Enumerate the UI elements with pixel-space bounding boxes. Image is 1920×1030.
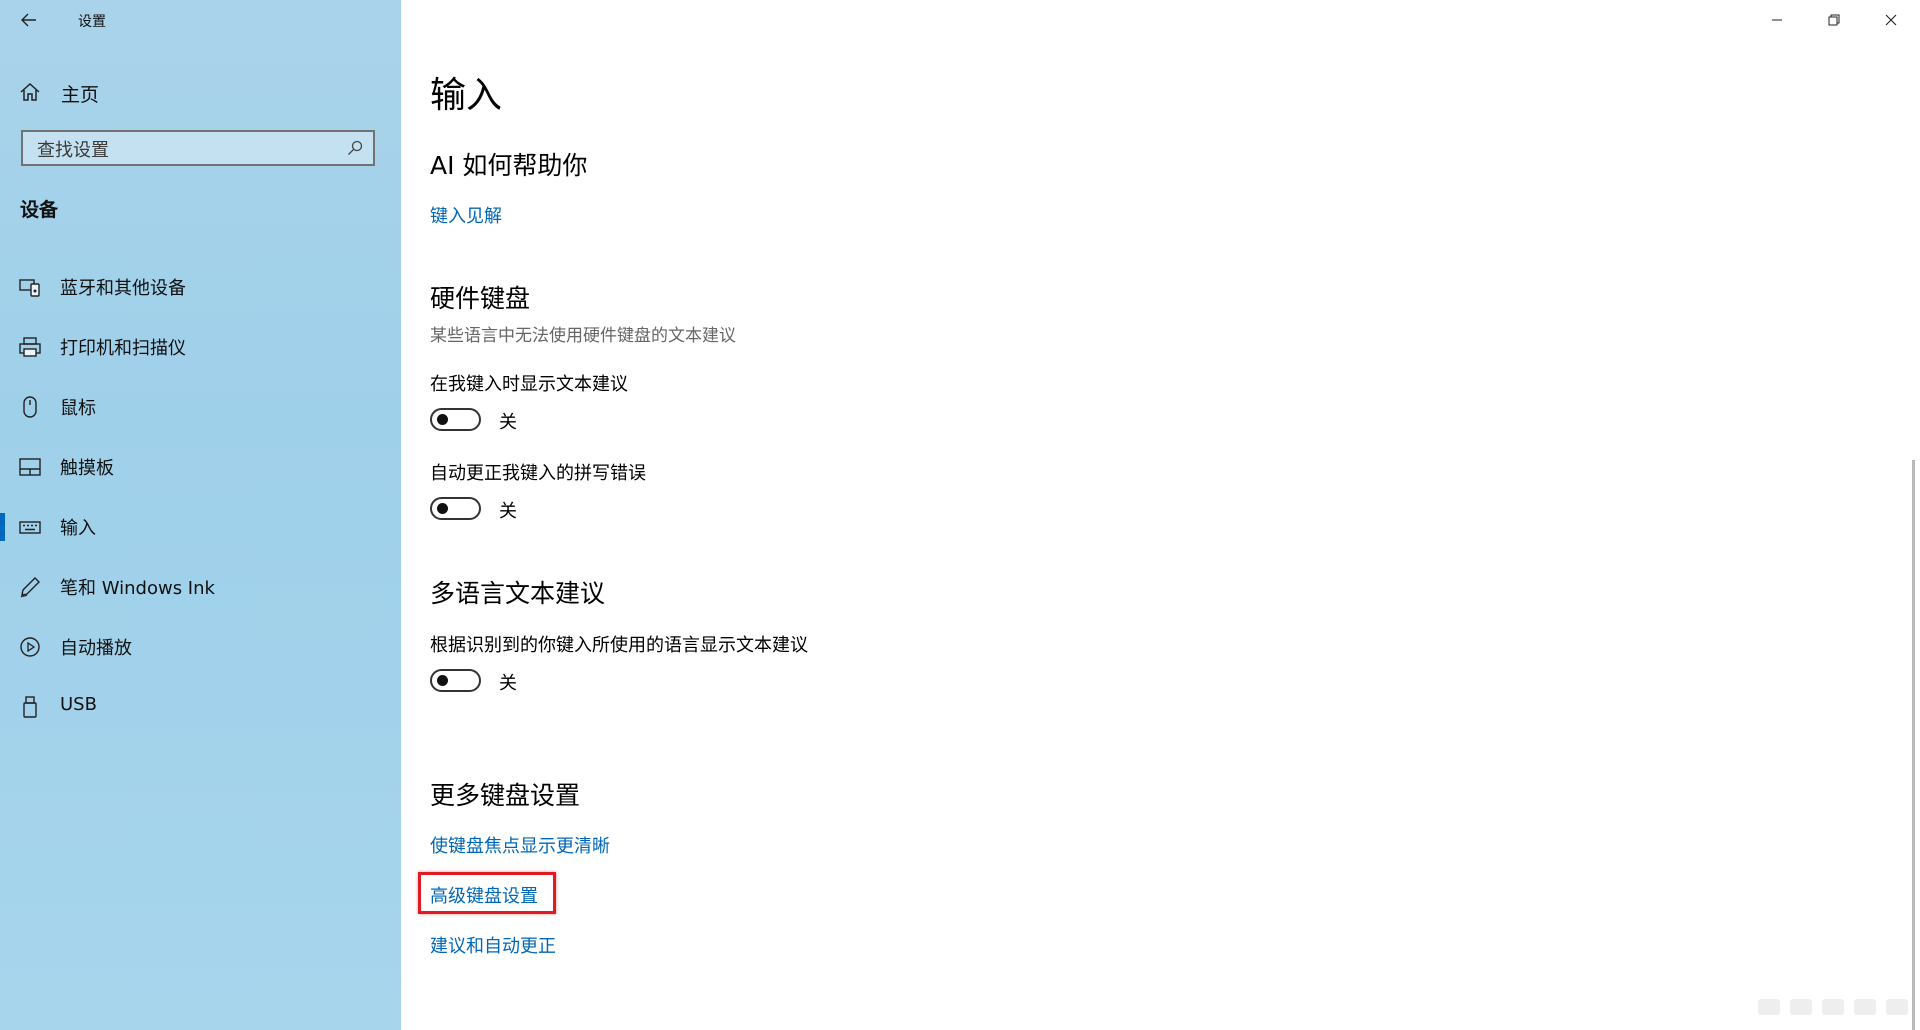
back-button[interactable]	[14, 6, 44, 34]
autocorrect-toggle[interactable]	[430, 497, 481, 520]
autoplay-icon	[20, 637, 40, 657]
multilingual-heading: 多语言文本建议	[430, 579, 606, 608]
keyboard-icon	[19, 521, 41, 534]
sidebar-item-label: 输入	[60, 518, 96, 539]
show-suggestions-row: 关	[430, 406, 630, 436]
toggle-state-label: 关	[499, 673, 517, 694]
sidebar-item-label: USB	[60, 694, 97, 715]
suggestions-autocorrect-link[interactable]: 建议和自动更正	[430, 932, 556, 958]
mouse-icon	[23, 396, 37, 418]
toggle-state-label: 关	[499, 501, 517, 522]
touchpad-icon	[19, 458, 41, 476]
toggle-state-label: 关	[499, 412, 517, 433]
restore-button[interactable]	[1806, 0, 1862, 40]
ai-section-heading: AI 如何帮助你	[430, 151, 588, 180]
search-input[interactable]	[35, 137, 339, 163]
multilingual-toggle[interactable]	[430, 669, 481, 692]
sidebar-item-autoplay[interactable]: 自动播放	[0, 617, 401, 677]
minimize-button[interactable]	[1749, 0, 1805, 40]
sidebar-item-bluetooth[interactable]: 蓝牙和其他设备	[0, 257, 401, 317]
multilingual-label: 根据识别到的你键入所使用的语言显示文本建议	[430, 635, 808, 656]
sidebar-item-mouse[interactable]: 鼠标	[0, 377, 401, 437]
typing-insights-link[interactable]: 键入见解	[430, 202, 502, 228]
back-arrow-icon	[21, 13, 36, 27]
title-bar-right	[401, 0, 1920, 40]
minimize-icon	[1772, 19, 1782, 21]
title-bar-left: 设置	[0, 0, 401, 40]
hardware-keyboard-heading: 硬件键盘	[430, 284, 531, 313]
toggle-knob	[437, 414, 448, 425]
sidebar-item-pen[interactable]: 笔和 Windows Ink	[0, 557, 401, 617]
search-icon[interactable]	[347, 140, 363, 156]
sidebar: 设置 主页 设备 蓝牙和其他设备	[0, 0, 401, 1030]
sidebar-item-label: 笔和 Windows Ink	[60, 578, 215, 599]
sidebar-item-label: 自动播放	[60, 638, 132, 659]
printer-icon	[19, 337, 41, 357]
watermark-icon	[1758, 999, 1908, 1015]
keyboard-focus-link[interactable]: 使键盘焦点显示更清晰	[430, 832, 610, 858]
active-indicator	[0, 513, 5, 541]
restore-icon	[1828, 14, 1840, 26]
highlight-annotation	[418, 872, 556, 914]
toggle-knob	[437, 503, 448, 514]
sidebar-item-label: 打印机和扫描仪	[60, 338, 186, 359]
scrollbar[interactable]	[1912, 460, 1915, 1030]
sidebar-item-touchpad[interactable]: 触摸板	[0, 437, 401, 497]
search-box[interactable]	[21, 130, 375, 166]
home-icon	[20, 82, 40, 101]
more-keyboard-heading: 更多键盘设置	[430, 781, 581, 810]
sidebar-nav: 蓝牙和其他设备 打印机和扫描仪 鼠标 触摸板 输入 笔和 Windows Ink…	[0, 257, 401, 737]
sidebar-item-label: 鼠标	[60, 398, 96, 419]
toggle-knob	[437, 675, 448, 686]
show-suggestions-label: 在我键入时显示文本建议	[430, 374, 628, 395]
sidebar-item-typing[interactable]: 输入	[0, 497, 401, 557]
section-heading: 设备	[20, 199, 59, 221]
bluetooth-devices-icon	[19, 279, 40, 297]
autocorrect-label: 自动更正我键入的拼写错误	[430, 463, 646, 484]
pen-icon	[20, 577, 40, 598]
close-button[interactable]	[1863, 0, 1919, 40]
autocorrect-row: 关	[430, 495, 630, 525]
sidebar-item-label: 触摸板	[60, 458, 114, 479]
page-title: 输入	[430, 75, 503, 116]
close-icon	[1885, 14, 1897, 26]
hardware-keyboard-description: 某些语言中无法使用硬件键盘的文本建议	[430, 326, 736, 346]
home-label: 主页	[61, 84, 100, 106]
multilingual-row: 关	[430, 667, 630, 697]
sidebar-item-label: 蓝牙和其他设备	[60, 278, 186, 299]
sidebar-item-printers[interactable]: 打印机和扫描仪	[0, 317, 401, 377]
sidebar-item-usb[interactable]: USB	[0, 677, 401, 737]
sidebar-item-home[interactable]: 主页	[0, 74, 401, 108]
settings-window: 设置 主页 设备 蓝牙和其他设备	[0, 0, 1920, 1030]
usb-icon	[23, 696, 37, 718]
show-suggestions-toggle[interactable]	[430, 408, 481, 431]
app-title: 设置	[78, 14, 106, 30]
